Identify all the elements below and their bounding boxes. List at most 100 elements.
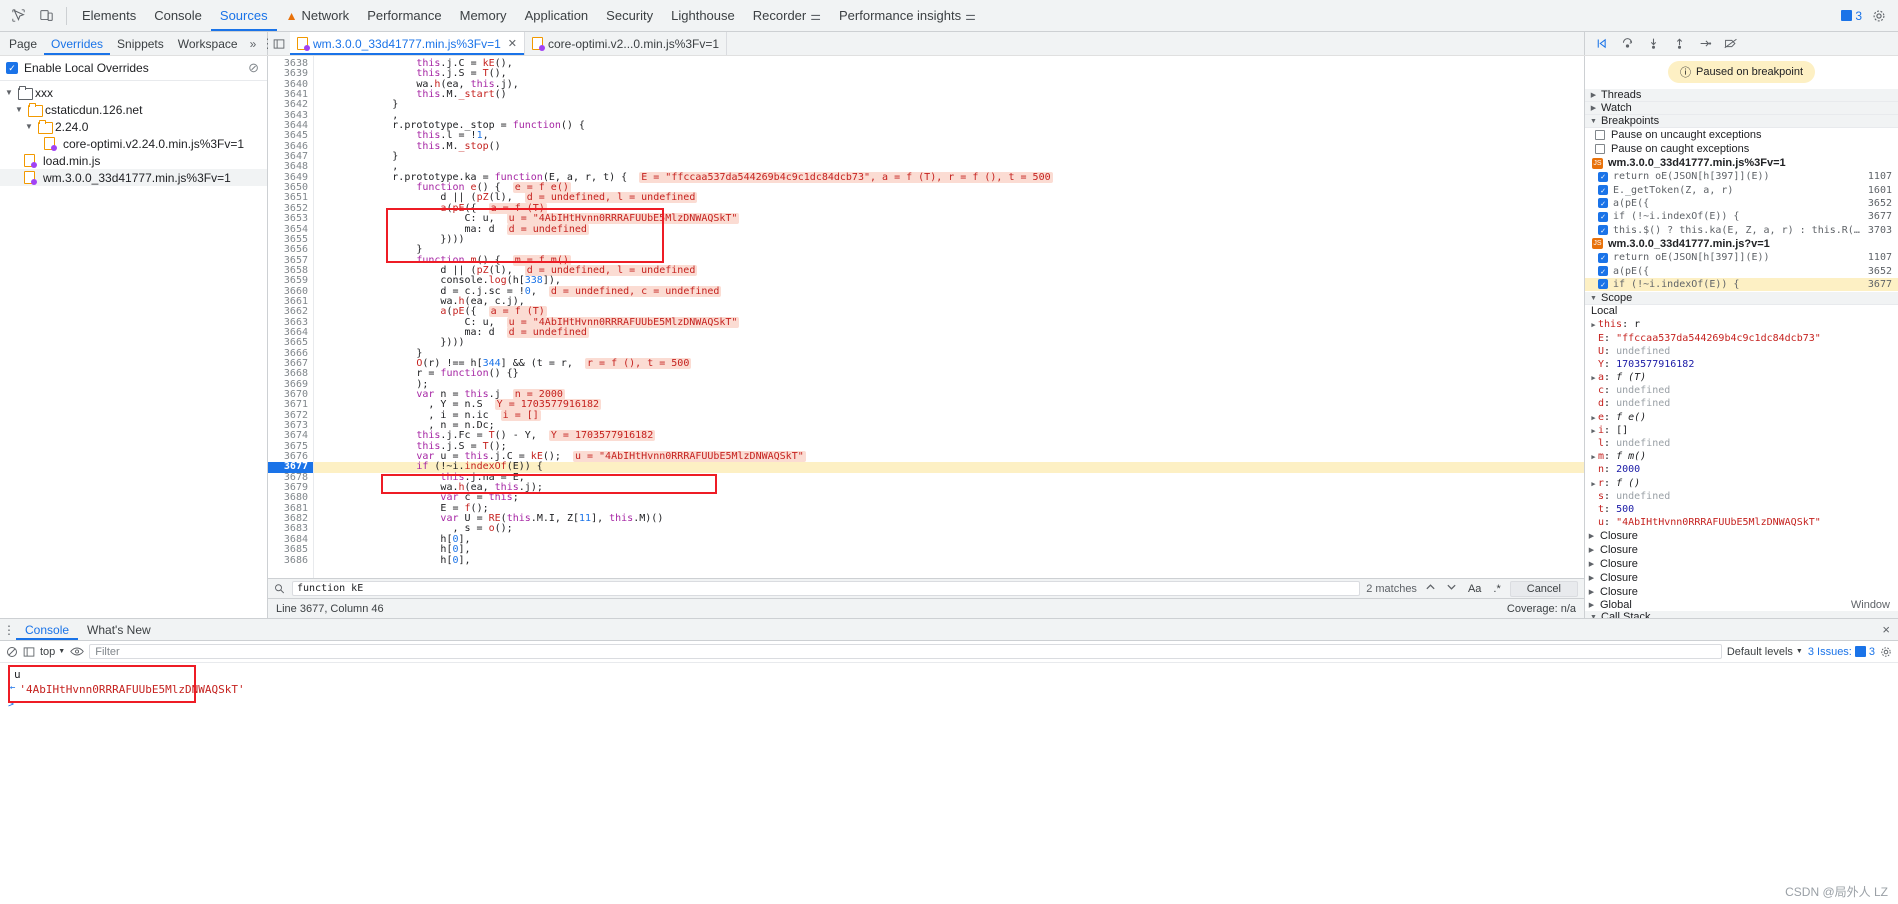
close-icon[interactable]: ✕: [508, 37, 517, 50]
section-scope[interactable]: ▼ Scope: [1585, 292, 1898, 306]
panel-tab-memory[interactable]: Memory: [451, 0, 516, 31]
tree-node-cstaticdun[interactable]: ▼ cstaticdun.126.net: [0, 101, 267, 118]
code-line[interactable]: }: [314, 100, 1584, 111]
console-prompt-row[interactable]: >: [0, 697, 1898, 710]
pause-uncaught-checkbox[interactable]: [1595, 130, 1605, 140]
console-issues-chip[interactable]: 3 Issues: 3: [1808, 646, 1875, 658]
eye-icon[interactable]: [70, 646, 85, 657]
line-number[interactable]: 3685: [268, 544, 313, 555]
chevron-right-icon[interactable]: ▶: [1589, 104, 1598, 112]
scope-variable-row[interactable]: Y: 1703577916182: [1589, 358, 1898, 371]
step-over-icon[interactable]: [1615, 33, 1639, 55]
section-watch[interactable]: ▶ Watch: [1585, 102, 1898, 115]
tree-node-core-optimi[interactable]: core-optimi.v2.24.0.min.js%3Fv=1: [0, 135, 267, 152]
clear-console-icon[interactable]: [6, 646, 18, 658]
enable-overrides-checkbox[interactable]: ✓: [6, 62, 18, 74]
tree-node-2-24-0[interactable]: ▼ 2.24.0: [0, 118, 267, 135]
scope-closure-row[interactable]: ▶ Closure: [1585, 571, 1898, 585]
panel-tab-performance[interactable]: Performance: [358, 0, 450, 31]
code-line[interactable]: C: u, u = "4AbIHtHvnn0RRRAFUUbE5MlzDNWAQ…: [314, 213, 1584, 225]
breakpoint-checkbox[interactable]: ✓: [1598, 279, 1608, 290]
tree-node-xxx[interactable]: ▼ xxx: [0, 84, 267, 101]
scope-variable-row[interactable]: ▶ a: f (T): [1589, 371, 1898, 384]
line-number[interactable]: 3656: [268, 244, 313, 255]
scope-variable-row[interactable]: ▶ m: f m(): [1589, 450, 1898, 463]
chevron-down-icon[interactable]: ▼: [1589, 295, 1598, 302]
line-number[interactable]: 3686: [268, 555, 313, 566]
panel-tab-elements[interactable]: Elements: [73, 0, 145, 31]
code-line[interactable]: r = function() {}: [314, 368, 1584, 379]
panel-tab-console[interactable]: Console: [145, 0, 211, 31]
scope-variable-row[interactable]: ▶ i: []: [1589, 424, 1898, 437]
chevron-right-icon[interactable]: ▶: [1589, 91, 1598, 99]
line-number[interactable]: 3659: [268, 275, 313, 286]
chevron-right-icon[interactable]: ▶: [1589, 319, 1598, 332]
chevron-right-icon[interactable]: ▶: [1587, 546, 1596, 554]
chevron-down-icon[interactable]: ▼: [1589, 118, 1598, 125]
code-line[interactable]: }))): [314, 337, 1584, 348]
scope-root-local[interactable]: Local: [1589, 305, 1898, 318]
code-line[interactable]: ma: d d = undefined: [314, 326, 1584, 338]
code-line[interactable]: h[0],: [314, 544, 1584, 555]
panel-tab-lighthouse[interactable]: Lighthouse: [662, 0, 744, 31]
breakpoint-row[interactable]: ✓ a(pE({3652: [1585, 197, 1898, 210]
breakpoint-checkbox[interactable]: ✓: [1598, 198, 1608, 209]
code-line[interactable]: , s = o();: [314, 524, 1584, 535]
scope-variable-row[interactable]: ▶ r: f (): [1589, 477, 1898, 490]
chevron-right-icon[interactable]: ▶: [1587, 588, 1596, 596]
log-levels-dropdown[interactable]: Default levels ▼: [1727, 646, 1803, 658]
scope-variable-row[interactable]: d: undefined: [1589, 397, 1898, 410]
code-content[interactable]: this.j.C = kE(), this.j.S = T(), wa.h(ea…: [314, 56, 1584, 578]
console-settings-icon[interactable]: [1880, 646, 1892, 658]
section-breakpoints[interactable]: ▼ Breakpoints: [1585, 115, 1898, 128]
console-output[interactable]: u ← '4AbIHtHvnn0RRRAFUUbE5MlzDNWAQSkT' >: [0, 663, 1898, 904]
tab-console[interactable]: Console: [16, 619, 78, 640]
breakpoint-row[interactable]: ✓ if (!~i.indexOf(E)) {3677: [1585, 277, 1898, 292]
code-line[interactable]: }))): [314, 234, 1584, 245]
chevron-right-icon[interactable]: ▶: [1587, 574, 1596, 582]
breakpoint-row[interactable]: ✓ if (!~i.indexOf(E)) {3677: [1585, 210, 1898, 223]
scope-variable-row[interactable]: ▶ e: f e(): [1589, 411, 1898, 424]
breakpoint-row[interactable]: ✓ E._getToken(Z, a, r) 1601: [1585, 183, 1898, 196]
scope-closure-row[interactable]: ▶ Closure: [1585, 585, 1898, 599]
console-filter-input[interactable]: Filter: [89, 644, 1722, 659]
scope-variable-row[interactable]: u: "4AbIHtHvnn0RRRAFUUbE5MlzDNWAQSkT": [1589, 516, 1898, 529]
breakpoint-checkbox[interactable]: ✓: [1598, 211, 1608, 222]
breakpoint-row[interactable]: ✓ return oE(JSON[h[397]](E)) 1107: [1585, 251, 1898, 264]
enable-local-overrides-row[interactable]: ✓ Enable Local Overrides ⊘: [0, 56, 267, 81]
tree-node-load-min-js[interactable]: load.min.js: [0, 152, 267, 169]
chevron-right-icon[interactable]: ▶: [1587, 601, 1596, 609]
scope-variable-row[interactable]: n: 2000: [1589, 463, 1898, 476]
device-toggle-icon[interactable]: [32, 3, 60, 29]
scope-closure-row[interactable]: ▶ Closure: [1585, 543, 1898, 557]
scope-variable-row[interactable]: ▶ this: r: [1589, 318, 1898, 331]
chevron-right-icon[interactable]: ▶: [1589, 478, 1598, 491]
pause-caught-checkbox[interactable]: [1595, 144, 1605, 154]
toggle-navigator-icon[interactable]: [268, 32, 290, 55]
scope-variable-row[interactable]: c: undefined: [1589, 384, 1898, 397]
console-sidebar-icon[interactable]: [23, 646, 35, 658]
cancel-button[interactable]: Cancel: [1509, 580, 1578, 597]
breakpoint-checkbox[interactable]: ✓: [1598, 225, 1608, 236]
code-line[interactable]: h[0],: [314, 555, 1584, 566]
nav-tab-workspace[interactable]: Workspace: [171, 32, 245, 55]
nav-tab-page[interactable]: Page: [2, 32, 44, 55]
scope-variable-row[interactable]: E: "ffccaa537da544269b4c9c1dc84dcb73": [1589, 332, 1898, 345]
code-line[interactable]: h[0],: [314, 534, 1584, 545]
breakpoint-row[interactable]: ✓ a(pE({3652: [1585, 264, 1898, 277]
chevron-right-icon[interactable]: ▶: [1587, 532, 1596, 540]
drawer-menu-icon[interactable]: ⋮: [2, 623, 16, 637]
step-icon[interactable]: [1693, 33, 1717, 55]
scope-closure-row[interactable]: ▶ Closure: [1585, 529, 1898, 543]
code-viewport[interactable]: 3638 3639 3640 3641 3642 3643 3644 3645 3646 3647…: [268, 56, 1584, 578]
scope-closure-row[interactable]: ▶ Closure: [1585, 557, 1898, 571]
code-line[interactable]: console.log(h[338]),: [314, 275, 1584, 286]
scope-variable-row[interactable]: l: undefined: [1589, 437, 1898, 450]
panel-tab-performance-insights[interactable]: Performance insights ⚌: [830, 0, 985, 31]
pause-uncaught-exceptions-row[interactable]: Pause on uncaught exceptions: [1585, 128, 1898, 142]
tab-whats-new[interactable]: What's New: [78, 619, 160, 640]
line-number[interactable]: 3653: [268, 213, 313, 224]
chevron-right-icon[interactable]: ▶: [1589, 412, 1598, 425]
panel-tab-security[interactable]: Security: [597, 0, 662, 31]
breakpoint-checkbox[interactable]: ✓: [1598, 171, 1608, 182]
